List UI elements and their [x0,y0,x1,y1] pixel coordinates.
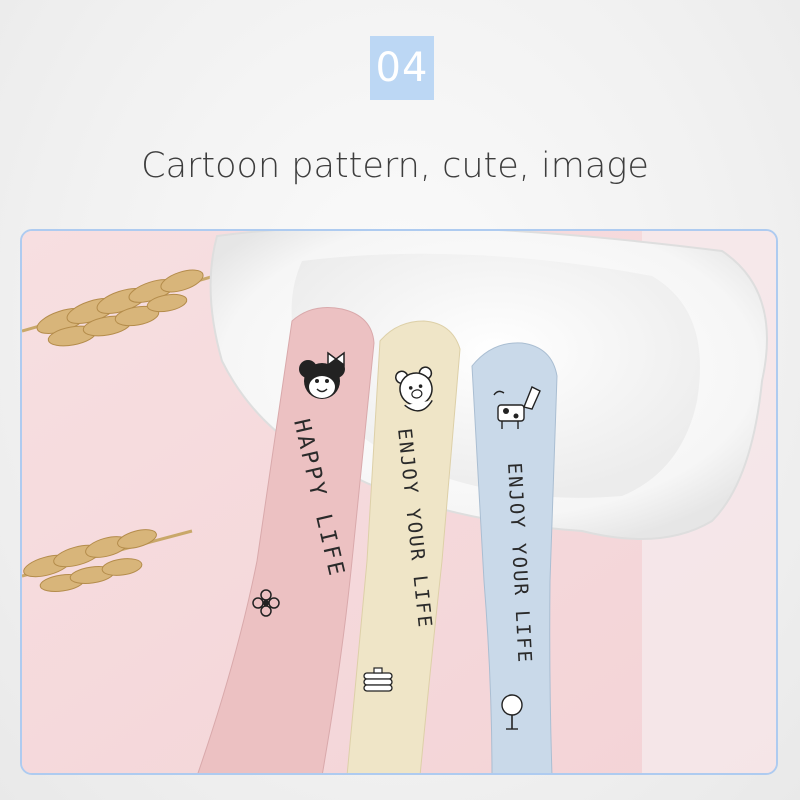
product-photo: HAPPY LIFE ENJOY YOUR LIFE ENJOY YOUR LI… [20,229,778,775]
step-number-badge: 04 [370,36,434,100]
product-photo-illustration: HAPPY LIFE ENJOY YOUR LIFE ENJOY YOUR LI… [22,231,776,773]
headline: Cartoon pattern, cute, image [141,146,649,186]
step-number: 04 [375,45,429,91]
